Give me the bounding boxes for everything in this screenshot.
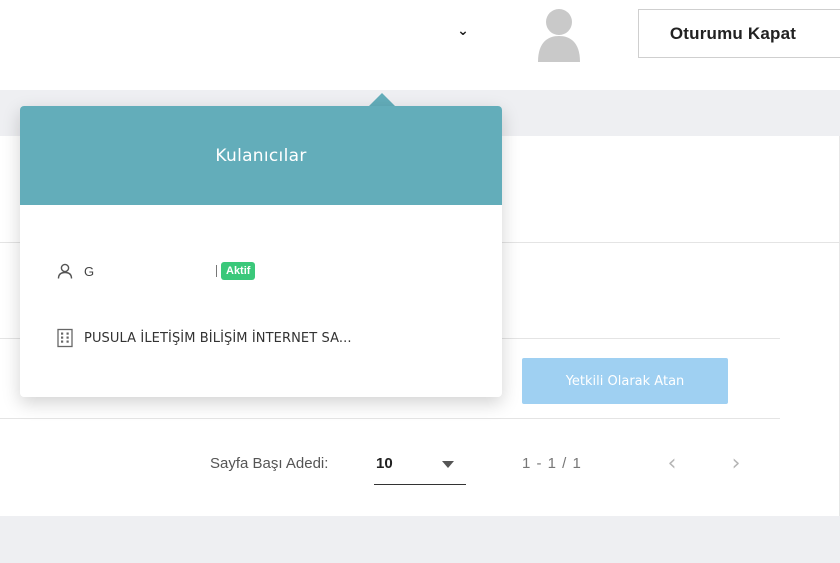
page-size-select[interactable]: 10 — [374, 447, 466, 485]
next-page-icon[interactable]: › — [724, 449, 748, 479]
page-size-label: Sayfa Başı Adedi: — [210, 455, 329, 472]
logout-button[interactable]: Oturumu Kapat — [638, 9, 840, 58]
dropdown-arrow-icon — [442, 461, 454, 468]
assign-as-authorized-button[interactable]: Yetkili Olarak Atan — [522, 358, 728, 404]
user-row[interactable]: G Aktif — [56, 259, 256, 283]
previous-page-icon[interactable]: ‹ — [660, 449, 684, 479]
status-badge: Aktif — [221, 262, 256, 280]
page-size-value: 10 — [376, 455, 393, 472]
assign-button-label: Yetkili Olarak Atan — [565, 373, 685, 389]
top-header: ⌄ Oturumu Kapat — [0, 0, 840, 90]
page-footer-background — [0, 516, 840, 563]
popover-header: Kulanıcılar — [20, 106, 502, 205]
popover-arrow — [368, 93, 396, 107]
user-icon — [57, 263, 73, 279]
pagination-range: 1 - 1 / 1 — [522, 455, 582, 472]
divider — [0, 418, 780, 419]
avatar[interactable] — [532, 2, 586, 62]
building-icon — [57, 328, 73, 348]
company-name: PUSULA İLETİŞİM BİLİŞİM İNTERNET SA... — [84, 330, 352, 346]
users-popover: Kulanıcılar G Aktif PUSULA İLETİŞİM BİLİ… — [20, 106, 502, 397]
user-name: G — [84, 263, 95, 279]
popover-title: Kulanıcılar — [215, 145, 307, 166]
account-dropdown-caret-icon[interactable]: ⌄ — [454, 22, 472, 40]
separator — [216, 265, 217, 277]
logout-button-label: Oturumu Kapat — [669, 23, 797, 43]
company-row[interactable]: PUSULA İLETİŞİM BİLİŞİM İNTERNET SA... — [56, 326, 352, 350]
